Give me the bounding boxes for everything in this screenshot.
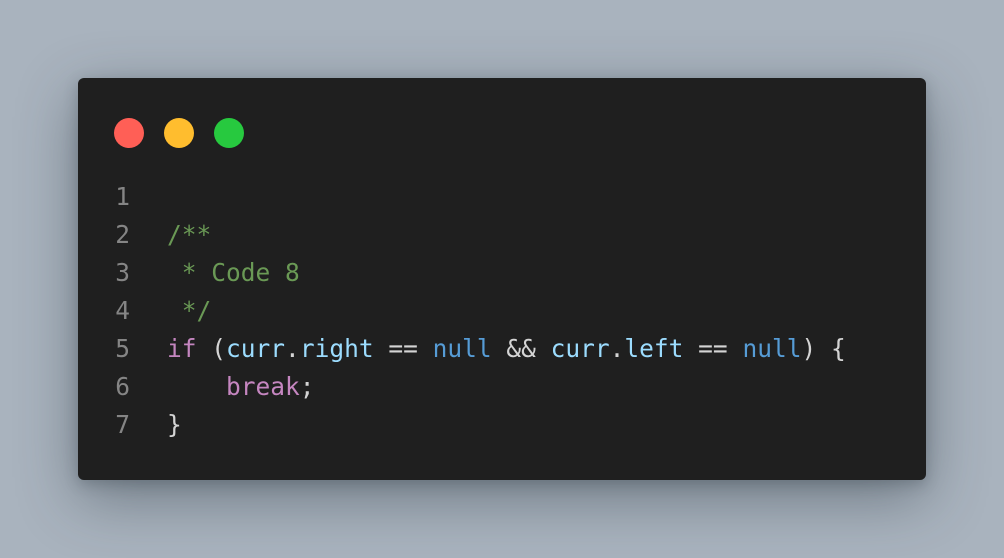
code-token: break (226, 372, 300, 401)
code-token: /** (167, 220, 212, 249)
code-line: 1 (78, 178, 926, 216)
line-source: break; (167, 368, 315, 406)
code-token: } (167, 410, 182, 439)
code-token: == (373, 334, 433, 363)
code-token: && (491, 334, 551, 363)
line-source: * Code 8 (167, 254, 300, 292)
line-source: } (167, 406, 182, 444)
line-number: 7 (115, 410, 130, 439)
code-line: 6 break; (78, 368, 926, 406)
code-window: 1 2/** 3 * Code 84 */5 if (curr.right == nu… (78, 78, 926, 480)
code-token: null (432, 334, 492, 363)
line-source: /** (167, 216, 211, 254)
line-number: 4 (115, 296, 130, 325)
code-token: . (285, 334, 300, 363)
code-line: 4 */ (78, 292, 926, 330)
close-dot-icon[interactable] (114, 118, 144, 148)
code-token: null (742, 334, 802, 363)
code-token: curr (226, 334, 286, 363)
code-token: if (167, 334, 197, 363)
code-token: left (624, 334, 684, 363)
minimize-dot-icon[interactable] (164, 118, 194, 148)
line-number: 3 (115, 258, 130, 287)
code-line: 3 * Code 8 (78, 254, 926, 292)
code-token: right (299, 334, 374, 363)
window-controls (114, 118, 244, 148)
code-line: 7} (78, 406, 926, 444)
code-token: */ (167, 296, 212, 325)
code-block: 1 2/** 3 * Code 84 */5 if (curr.right == nu… (78, 178, 926, 444)
maximize-dot-icon[interactable] (214, 118, 244, 148)
code-token: curr (550, 334, 610, 363)
line-number: 2 (115, 220, 130, 249)
code-line: 2 /** (78, 216, 926, 254)
line-number: 1 (115, 182, 130, 211)
code-token: * Code 8 (167, 258, 300, 287)
code-token: == (683, 334, 743, 363)
line-source: */ (167, 292, 212, 330)
line-source: if (curr.right == null && curr.left == n… (167, 330, 846, 368)
code-token: ) { (801, 334, 846, 363)
line-number: 5 (115, 334, 130, 363)
line-number: 6 (115, 372, 130, 401)
code-line: 5 if (curr.right == null && curr.left == … (78, 330, 926, 368)
code-token: . (609, 334, 625, 363)
code-token: ( (196, 334, 227, 363)
code-token: ; (299, 372, 315, 401)
